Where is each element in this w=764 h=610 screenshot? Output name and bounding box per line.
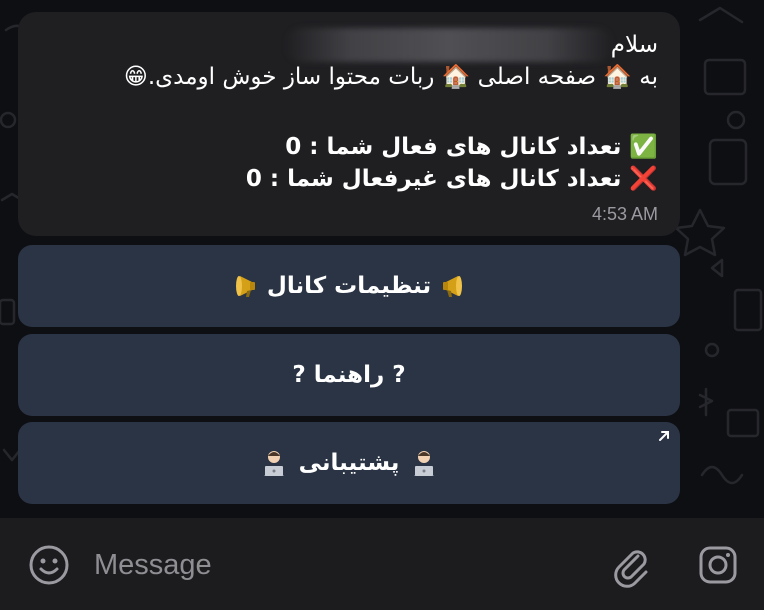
help-label: ? راهنما ? [292,362,406,388]
megaphone-icon [441,271,471,301]
greeting-text: سلام [610,32,658,58]
channel-settings-label: تنظیمات کانال [266,273,432,299]
help-button[interactable]: ? راهنما ? [18,334,680,416]
technologist-icon [259,448,289,478]
smiley-icon[interactable] [26,542,72,588]
camera-icon[interactable] [695,542,741,588]
welcome-text: به 🏠 صفحه اصلی 🏠 ربات محتوا ساز خوش اومد… [123,64,658,90]
bot-message-bubble: سلام به 🏠 صفحه اصلی 🏠 ربات محتوا ساز خوش… [18,12,680,236]
message-input-bar [0,518,764,610]
inactive-channels-text: ❌ تعداد کانال های غیرفعال شما : 0 [245,166,658,192]
active-channels-text: ✅ تعداد کانال های فعال شما : 0 [285,134,658,160]
support-button[interactable]: پشتیبانی [18,422,680,504]
technologist-icon [409,448,439,478]
arrow-up-right-icon [659,431,669,441]
redacted-name [284,28,614,62]
support-label: پشتیبانی [298,450,400,476]
channel-settings-button[interactable]: تنظیمات کانال [18,245,680,327]
megaphone-icon [227,271,257,301]
chat-background: سلام به 🏠 صفحه اصلی 🏠 ربات محتوا ساز خوش… [0,0,764,518]
paperclip-icon[interactable] [608,542,654,588]
message-input[interactable] [92,544,576,586]
message-timestamp: 4:53 AM [591,204,658,224]
